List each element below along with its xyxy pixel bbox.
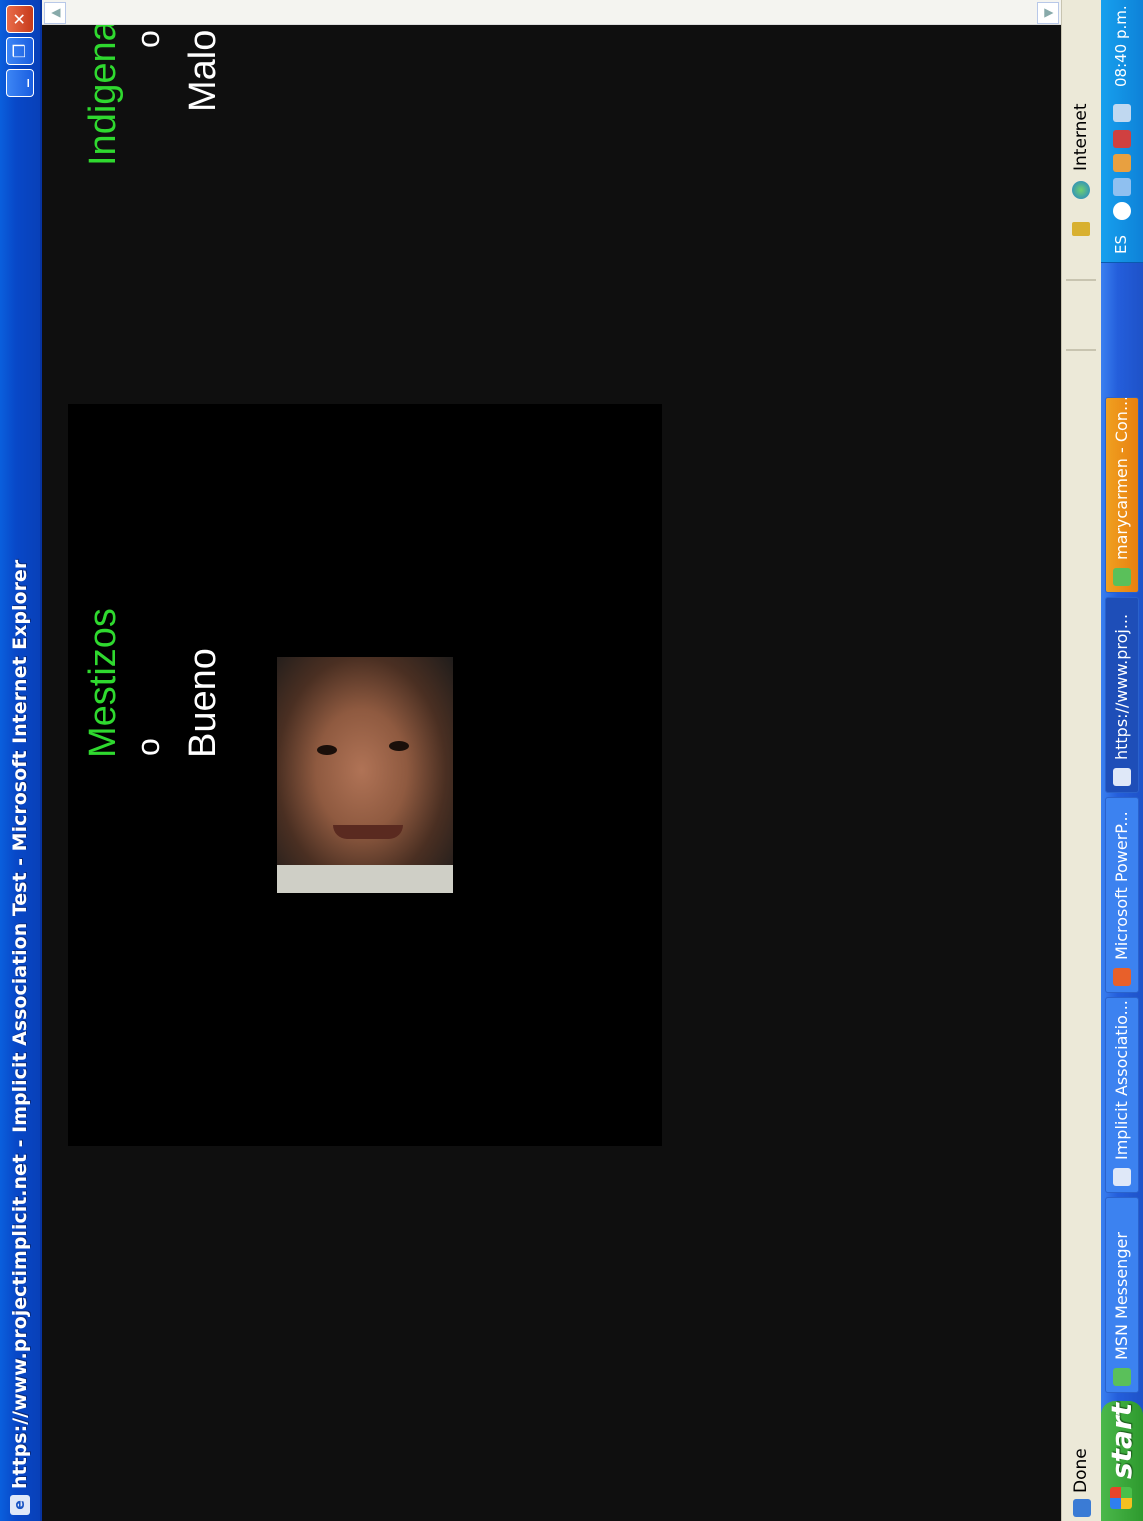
stimulus-face-photo bbox=[277, 657, 453, 893]
scroll-down-icon[interactable]: ▼ bbox=[1037, 2, 1059, 24]
page-icon bbox=[1073, 1499, 1091, 1517]
vertical-scrollbar[interactable]: ▲ ▼ bbox=[42, 0, 1061, 25]
left-connector: o bbox=[130, 738, 166, 756]
status-text: Done bbox=[1071, 1448, 1091, 1493]
task-label: https://www.proj... bbox=[1112, 613, 1131, 760]
task-label: MSN Messenger bbox=[1112, 1232, 1131, 1360]
clock: 08:40 p.m. bbox=[1112, 5, 1130, 87]
messenger-tray-icon[interactable] bbox=[1113, 154, 1131, 172]
task-powerpoint[interactable]: Microsoft PowerP... bbox=[1105, 797, 1139, 993]
maximize-button[interactable]: ❐ bbox=[6, 37, 34, 65]
right-connector: o bbox=[130, 30, 166, 48]
task-label: Implicit Associatio... bbox=[1112, 1000, 1131, 1160]
status-divider bbox=[1066, 349, 1096, 351]
status-bar: Done Internet bbox=[1061, 0, 1102, 1521]
left-category-label: Mestizos bbox=[82, 608, 124, 758]
right-category-label: Indigenas bbox=[82, 1, 124, 166]
task-ie-window[interactable]: https://www.proj... bbox=[1105, 597, 1139, 793]
task-msn-chat[interactable]: marycarmen - Con... bbox=[1105, 397, 1139, 593]
back-arrow-icon[interactable] bbox=[1113, 202, 1131, 220]
taskbar: start MSN Messenger Implicit Associatio.… bbox=[1101, 0, 1143, 1521]
screen: e https://www.projectimplicit.net - Impl… bbox=[0, 0, 1143, 1521]
ie-icon bbox=[1113, 1168, 1131, 1186]
powerpoint-icon bbox=[1113, 968, 1131, 986]
window-title: https://www.projectimplicit.net - Implic… bbox=[9, 559, 31, 1489]
task-msn-messenger[interactable]: MSN Messenger bbox=[1105, 1197, 1139, 1393]
right-attribute-label: Malo bbox=[182, 29, 224, 112]
language-indicator[interactable]: ES bbox=[1112, 235, 1130, 254]
msn-icon bbox=[1113, 1368, 1131, 1386]
ie-icon: e bbox=[10, 1495, 30, 1515]
start-label: start bbox=[1105, 1402, 1138, 1479]
title-bar[interactable]: e https://www.projectimplicit.net - Impl… bbox=[0, 0, 42, 1521]
start-button[interactable]: start bbox=[1101, 1401, 1143, 1521]
mail-icon[interactable] bbox=[1113, 130, 1131, 148]
page-content: Mestizos o Bueno Indigenas o Malo ▲ ▼ bbox=[42, 0, 1061, 1521]
windows-logo-icon bbox=[1110, 1487, 1132, 1509]
left-attribute-label: Bueno bbox=[182, 648, 224, 758]
task-label: marycarmen - Con... bbox=[1112, 397, 1131, 560]
network-icon[interactable] bbox=[1113, 178, 1131, 196]
msn-chat-icon bbox=[1113, 568, 1131, 586]
assistant-icon[interactable] bbox=[1113, 104, 1131, 122]
ie-icon bbox=[1113, 768, 1131, 786]
system-tray: ES 08:40 p.m. bbox=[1101, 0, 1143, 263]
globe-icon bbox=[1072, 181, 1090, 199]
close-button[interactable]: ✕ bbox=[6, 5, 34, 33]
scroll-up-icon[interactable]: ▲ bbox=[44, 2, 66, 24]
task-label: Microsoft PowerP... bbox=[1112, 811, 1131, 960]
security-zone: Internet bbox=[1071, 103, 1091, 171]
status-divider bbox=[1066, 279, 1096, 281]
minimize-button[interactable]: _ bbox=[6, 69, 34, 97]
task-implicit-association[interactable]: Implicit Associatio... bbox=[1105, 997, 1139, 1193]
lock-icon bbox=[1072, 222, 1090, 236]
